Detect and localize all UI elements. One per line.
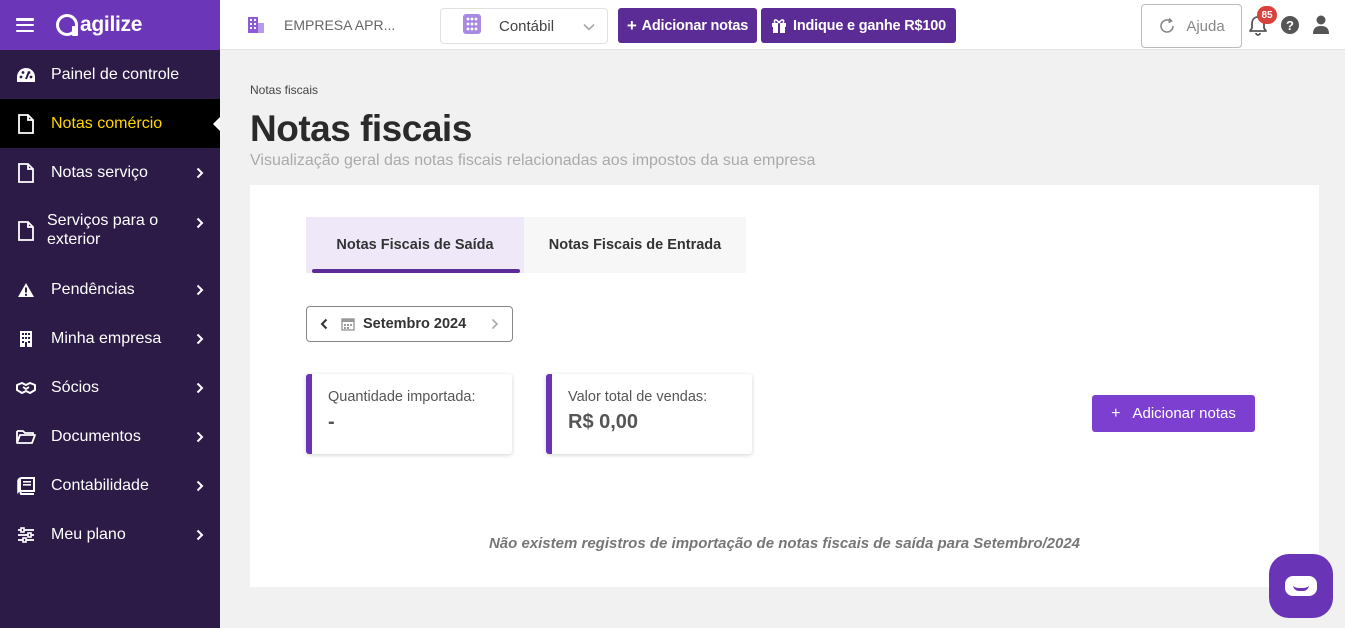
document-icon [16,162,36,183]
sliders-icon [16,525,36,545]
sidebar-item-label: Notas serviço [51,163,148,181]
sidebar-item-pendencias[interactable]: Pendências [0,265,220,314]
sidebar-item-label: Notas comércio [51,114,163,132]
gift-icon [771,18,787,34]
month-label[interactable]: Setembro 2024 [363,316,478,332]
sidebar-item-notas-servico[interactable]: Notas serviço [0,148,220,197]
empty-state-message: Não existem registros de importação de n… [488,535,1081,552]
chevron-right-icon [190,167,210,179]
chevron-right-icon [190,529,210,541]
handshake-icon [16,378,36,398]
stat-quantity-label: Quantidade importada: [328,389,476,405]
accounting-type-select[interactable]: Contábil [440,8,608,44]
add-notes-label: Adicionar notas [1132,405,1236,422]
dashboard-icon [16,65,36,85]
document-icon [16,221,36,241]
logo-text: agilize [80,13,143,36]
company-name: EMPRESA APR... [284,17,396,33]
building-icon [16,329,36,349]
chevron-right-icon [190,333,210,345]
sidebar-item-documentos[interactable]: Documentos [0,412,220,461]
chevron-right-icon [190,217,210,229]
document-icon [16,113,36,134]
sidebar-item-label: Pendências [51,280,135,298]
grid-apps-icon [463,14,481,38]
chevron-right-icon [190,284,210,296]
tab-notas-entrada[interactable]: Notas Fiscais de Entrada [524,217,746,273]
sidebar-item-label: Meu plano [51,525,126,543]
month-picker: Setembro 2024 [306,306,513,342]
chevron-right-icon[interactable] [478,318,512,330]
stat-total-value: R$ 0,00 [568,411,639,433]
stat-total-card: Valor total de vendas: R$ 0,00 [546,374,752,454]
help-button[interactable]: Ajuda [1141,4,1242,48]
hamburger-menu-icon[interactable] [16,18,34,32]
sidebar-item-socios[interactable]: Sócios [0,363,220,412]
add-notes-button[interactable]: + Adicionar notas [1092,395,1255,432]
chevron-left-icon[interactable] [307,318,341,330]
plus-icon: + [626,15,637,35]
tab-notas-saida[interactable]: Notas Fiscais de Saída [306,217,524,273]
add-notes-top-button[interactable]: + Adicionar notas [618,8,757,43]
add-notes-top-label: Adicionar notas [641,17,749,34]
warning-icon [16,280,36,300]
referral-button[interactable]: Indique e ganhe R$100 [761,8,956,43]
breadcrumb[interactable]: Notas fiscais [250,83,318,97]
question-help-icon[interactable]: ? [1281,16,1299,34]
chevron-right-icon [190,480,210,492]
sidebar-item-label: Contabilidade [51,476,149,494]
calendar-icon [341,317,355,331]
plus-icon: + [1111,404,1121,422]
sidebar-item-servicos-exterior[interactable]: Serviços para o exterior [0,197,220,265]
refresh-chat-icon [1158,17,1176,35]
stat-quantity-value: - [328,411,335,433]
sidebar-item-meu-plano[interactable]: Meu plano [0,510,220,559]
sidebar-item-minha-empresa[interactable]: Minha empresa [0,314,220,363]
stat-total-label: Valor total de vendas: [568,389,708,405]
sidebar-item-label: Documentos [51,427,141,445]
sidebar-item-painel[interactable]: Painel de controle [0,50,220,99]
sidebar-item-label: Sócios [51,378,100,396]
logo-mark-icon [56,14,78,36]
book-icon [16,476,36,496]
help-label: Ajuda [1186,17,1225,35]
content-card: Notas Fiscais de Saída Notas Fiscais de … [250,185,1319,587]
chat-support-button[interactable] [1269,554,1333,618]
chat-icon [1285,576,1317,596]
notification-count-badge: 85 [1257,6,1277,24]
sidebar-item-notas-comercio[interactable]: Notas comércio [0,99,220,148]
company-selector[interactable]: EMPRESA APR... [246,0,395,50]
referral-label: Indique e ganhe R$100 [793,17,946,34]
folder-icon [16,427,36,447]
select-value: Contábil [499,17,555,35]
sidebar-item-label: Serviços para o exterior [47,212,159,248]
topbar: EMPRESA APR... Contábil + Adicionar nota… [220,0,1345,50]
stat-quantity-card: Quantidade importada: - [306,374,512,454]
page-title: Notas fiscais [250,108,472,149]
user-icon[interactable] [1312,15,1330,35]
page-subtitle: Visualização geral das notas fiscais rel… [250,152,816,169]
chevron-right-icon [190,431,210,443]
sidebar: agilize Painel de controle Notas comérci… [0,0,220,628]
chevron-right-icon [190,382,210,394]
sidebar-item-contabilidade[interactable]: Contabilidade [0,461,220,510]
tabs: Notas Fiscais de Saída Notas Fiscais de … [306,217,746,273]
app-logo[interactable]: agilize [56,13,142,37]
sidebar-item-label: Painel de controle [51,65,180,83]
chevron-down-icon [583,18,595,35]
sidebar-item-label: Minha empresa [51,329,162,347]
company-building-icon [246,15,266,35]
sidebar-header: agilize [0,0,220,50]
